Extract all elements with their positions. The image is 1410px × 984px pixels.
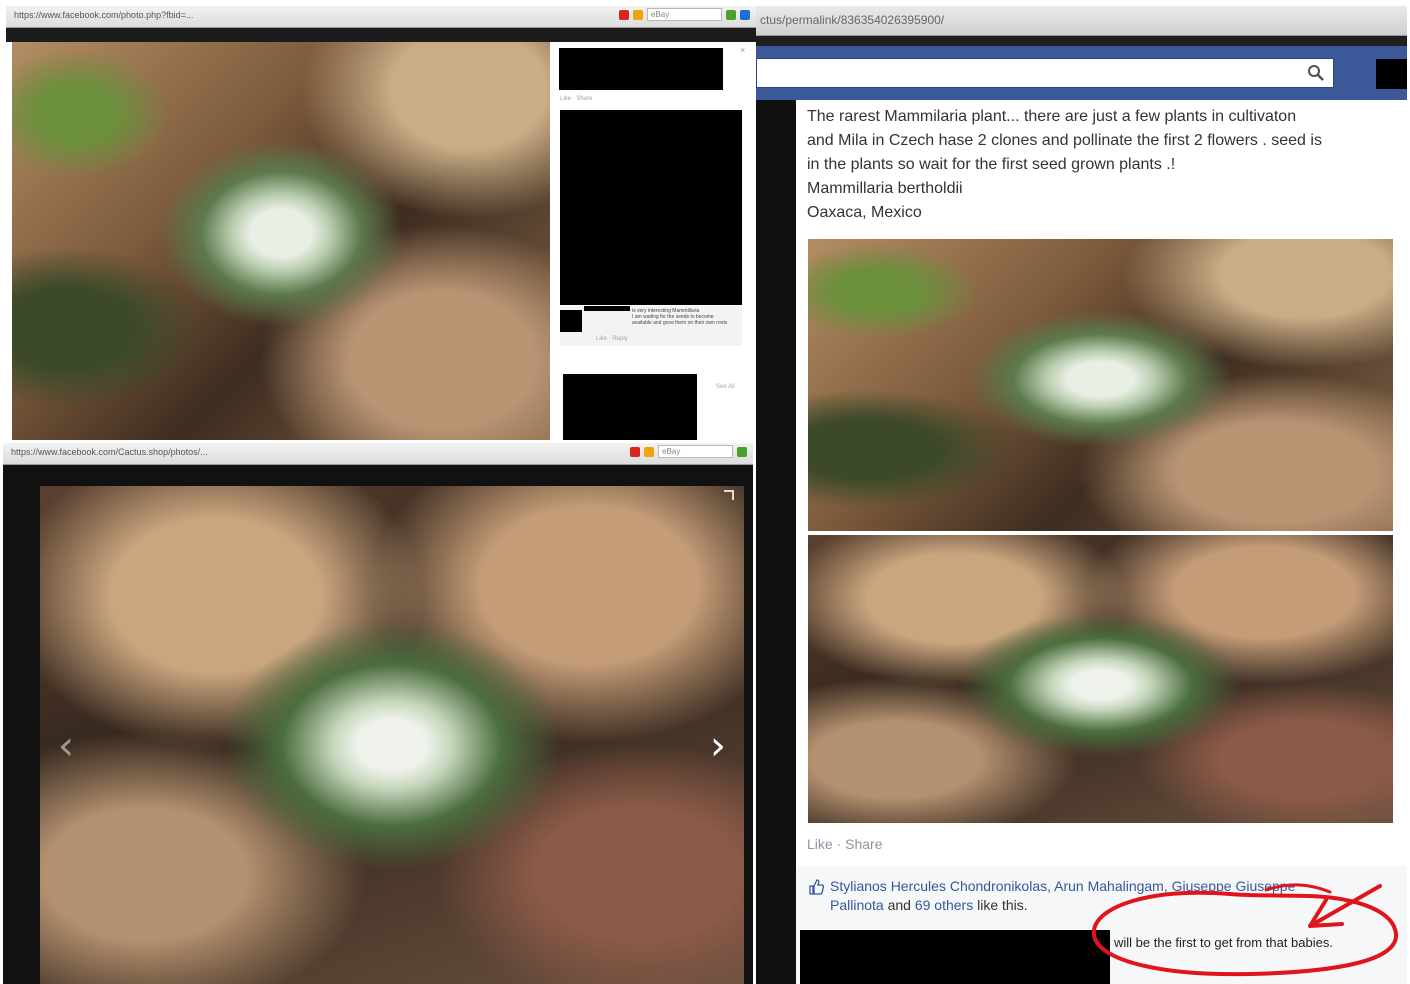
comment-body: is very interesting Mammillaria I am wai… (632, 308, 740, 326)
addon-icon[interactable] (737, 446, 747, 457)
comment-line: available and grow them on their own roo… (632, 320, 728, 326)
post-actions[interactable]: Like · Share (807, 836, 882, 852)
extension-icon[interactable] (633, 9, 643, 20)
redacted-profile-button[interactable] (1376, 59, 1407, 89)
facebook-search-input[interactable] (756, 58, 1334, 88)
prev-photo-arrow[interactable]: ‹ (58, 726, 74, 766)
next-photo-arrow[interactable]: › (710, 726, 726, 766)
expand-icon[interactable] (724, 490, 734, 500)
thumbs-up-icon (808, 879, 825, 895)
left-top-cactus-photo[interactable] (12, 42, 550, 440)
right-window-dark-strip (756, 36, 1407, 46)
likes-suffix: like this. (973, 897, 1028, 913)
bookmark-icon[interactable] (630, 446, 640, 457)
left-bottom-cactus-photo[interactable] (40, 486, 744, 984)
left-top-window-dark-strip (6, 28, 756, 42)
left-top-address-bar[interactable]: https://www.facebook.com/photo.php?fbid=… (6, 6, 756, 28)
redacted-commenter (584, 306, 630, 311)
search-icon[interactable] (1307, 64, 1325, 82)
comment-actions[interactable]: Like · Reply (596, 336, 628, 342)
addon-icon[interactable] (726, 9, 736, 20)
post-text: The rarest Mammilaria plant... there are… (807, 105, 1403, 225)
redacted-name-box (559, 48, 723, 90)
redacted-bottom-box (563, 374, 697, 440)
post-text-line: The rarest Mammilaria plant... there are… (807, 108, 1297, 125)
close-icon[interactable]: × (740, 45, 745, 55)
left-bottom-address-bar[interactable]: https://www.facebook.com/Cactus.shop/pho… (3, 443, 753, 465)
redacted-commenter-name (800, 930, 1110, 984)
right-address-bar[interactable]: ctus/permalink/836354026395900/ (756, 6, 1407, 36)
post-text-line: in the plants so wait for the first seed… (807, 156, 1176, 173)
annotation-ellipse (1091, 890, 1399, 977)
right-page-left-gutter (756, 100, 796, 984)
see-all-link[interactable]: See All (716, 384, 735, 390)
redacted-avatar (560, 310, 582, 332)
browser-search-field[interactable]: eBay (647, 8, 722, 21)
bookmark-icon[interactable] (619, 9, 629, 20)
red-annotation-overlay (1091, 883, 1399, 977)
extension-icon[interactable] (644, 446, 654, 457)
post-card: The rarest Mammilaria plant... there are… (796, 100, 1407, 984)
right-url[interactable]: ctus/permalink/836354026395900/ (760, 13, 944, 27)
sidebar-actions[interactable]: Like · Share (560, 96, 592, 102)
others-link[interactable]: 69 others (915, 897, 973, 913)
likes-conjunction: and (883, 897, 915, 913)
left-top-url[interactable]: https://www.facebook.com/photo.php?fbid=… (14, 10, 193, 20)
menu-icon[interactable] (740, 9, 750, 20)
left-bottom-url[interactable]: https://www.facebook.com/Cactus.shop/pho… (11, 447, 208, 457)
post-photo-2[interactable] (808, 535, 1393, 823)
facebook-top-bar (756, 46, 1407, 100)
post-text-line: and Mila in Czech hase 2 clones and poll… (807, 132, 1322, 149)
liker-link[interactable]: Pallinota (830, 897, 884, 913)
post-photo-1[interactable] (808, 239, 1393, 531)
redacted-content-box (560, 110, 742, 305)
browser-search-field[interactable]: eBay (658, 445, 733, 458)
left-top-photo-sidebar: × Like · Share is very interesting Mammi… (550, 42, 753, 440)
sidebar-comment: is very interesting Mammillaria I am wai… (560, 306, 742, 346)
post-text-line: Oaxaca, Mexico (807, 204, 922, 221)
post-text-line: Mammillaria bertholdii (807, 180, 963, 197)
